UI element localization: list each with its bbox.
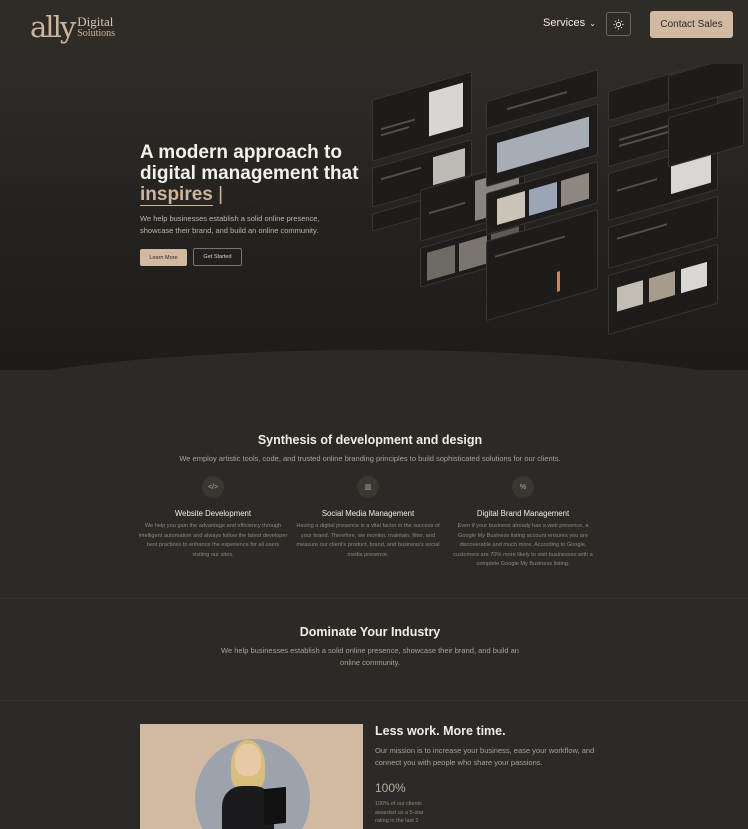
synthesis-title: Synthesis of development and design bbox=[257, 433, 483, 447]
section-divider bbox=[0, 598, 748, 599]
less-work-subtitle: Our mission is to increase your business… bbox=[375, 746, 595, 767]
dominate-subtitle: We help businesses establish a solid onl… bbox=[221, 646, 519, 667]
hero-title-accent: inspires bbox=[140, 184, 213, 206]
learn-more-button[interactable]: Learn More bbox=[140, 249, 187, 266]
hero-title-line1: A modern approach to bbox=[140, 142, 342, 163]
hero-title-line2: digital management that bbox=[140, 163, 359, 184]
contact-sales-button[interactable]: Contact Sales bbox=[650, 11, 733, 38]
synthesis-subtitle: We employ artistic tools, code, and trus… bbox=[179, 454, 561, 463]
team-photo bbox=[140, 724, 363, 829]
service-title: Social Media Management bbox=[321, 509, 415, 518]
site-header: ally Digital Solutions Services ⌄ Contac… bbox=[0, 0, 748, 50]
chart-icon: ▥ bbox=[357, 476, 379, 498]
website-mockups-image bbox=[368, 64, 748, 364]
service-description: We help you gain the advantage and effic… bbox=[138, 523, 288, 558]
person-head bbox=[235, 744, 261, 776]
hero-subtitle: We help businesses establish a solid onl… bbox=[140, 214, 320, 235]
service-description: Even if your business already has a web … bbox=[453, 523, 593, 567]
services-menu[interactable]: Services ⌄ bbox=[543, 17, 596, 29]
dominate-title: Dominate Your Industry bbox=[299, 625, 441, 639]
chevron-down-icon: ⌄ bbox=[589, 18, 596, 28]
logo-line1: Digital bbox=[77, 14, 114, 29]
service-title: Website Development bbox=[174, 509, 252, 518]
sun-icon bbox=[613, 18, 624, 30]
service-card-website: </> Website Development We help you gain… bbox=[138, 476, 288, 560]
hero-title: A modern approach to digital management … bbox=[140, 142, 400, 206]
laptop-icon bbox=[264, 786, 286, 826]
section-divider bbox=[0, 700, 748, 701]
service-description: Having a digital presence is a vital fac… bbox=[296, 523, 440, 558]
logo-mark: ally bbox=[30, 10, 76, 44]
service-card-brand: % Digital Brand Management Even if your … bbox=[448, 476, 598, 570]
stat-description: 100% of our clients awarded us a 5-star … bbox=[375, 801, 424, 824]
theme-toggle-button[interactable] bbox=[606, 12, 631, 36]
service-title: Digital Brand Management bbox=[476, 509, 570, 518]
services-label: Services bbox=[543, 17, 586, 29]
hero-section: A modern approach to digital management … bbox=[0, 50, 748, 370]
percent-icon: % bbox=[512, 476, 534, 498]
service-card-social: ▥ Social Media Management Having a digit… bbox=[293, 476, 443, 560]
logo-line2: Solutions bbox=[77, 28, 116, 39]
code-icon: </> bbox=[202, 476, 224, 498]
stat-value: 100% bbox=[375, 781, 406, 795]
get-started-button[interactable]: Get Started bbox=[193, 248, 242, 266]
less-work-title: Less work. More time. bbox=[375, 724, 506, 738]
text-cursor-icon: | bbox=[218, 184, 224, 205]
logo[interactable]: ally Digital Solutions bbox=[30, 9, 115, 44]
logo-text: Digital Solutions bbox=[77, 15, 115, 41]
